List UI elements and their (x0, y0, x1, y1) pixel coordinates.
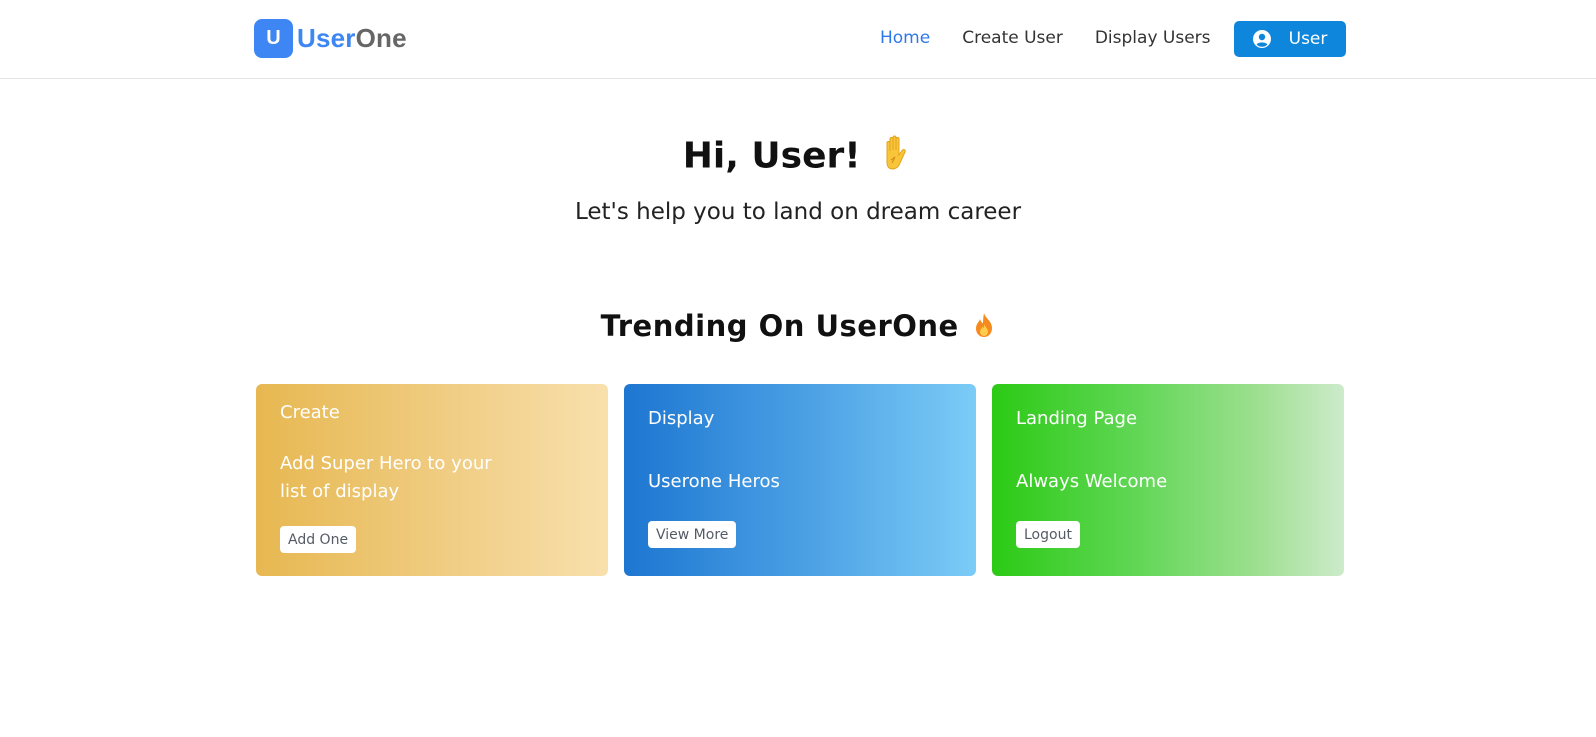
logout-button[interactable]: Logout (1016, 521, 1080, 548)
card-title: Display (648, 408, 715, 429)
brand-name-one: One (355, 23, 407, 53)
brand-name-user: User (297, 23, 356, 53)
user-circle-icon (1252, 30, 1271, 48)
hero-subtitle: Let's help you to land on dream career (574, 199, 1022, 225)
nav-link-display-users[interactable]: Display Users (1095, 28, 1211, 48)
card-text: Add Super Hero to your list of display (280, 453, 492, 502)
view-more-button[interactable]: View More (648, 521, 737, 548)
trending-card-landing-page: Landing Page Always Welcome Logout (992, 384, 1344, 576)
hero-title-text: Hi, User! (682, 135, 861, 177)
top-navbar: U UserOne Home Create User Display Users… (0, 0, 1596, 79)
user-button[interactable]: User (1234, 21, 1346, 57)
raised-hand-icon (879, 134, 913, 181)
trending-card-display: Display Userone Heros View More (624, 384, 976, 576)
card-text: Always Welcome (1016, 471, 1168, 492)
card-title: Create (280, 402, 340, 423)
nav-link-create-user[interactable]: Create User (962, 28, 1063, 48)
trending-card-create: Create Add Super Hero to your list of di… (256, 384, 608, 576)
nav-links: Home Create User Display Users (880, 28, 1243, 48)
hero-title: Hi, User! (0, 134, 1596, 181)
brand-name: UserOne (297, 23, 407, 54)
trending-title: Trending On UserOne (0, 309, 1596, 345)
brand-badge: U (254, 19, 293, 58)
card-title: Landing Page (1016, 408, 1138, 429)
fire-icon (973, 311, 995, 345)
card-text: Userone Heros (648, 471, 780, 492)
brand-logo[interactable]: U UserOne (254, 19, 407, 58)
user-button-label: User (1288, 29, 1328, 49)
trending-title-text: Trending On UserOne (600, 309, 959, 343)
nav-link-home[interactable]: Home (880, 28, 930, 48)
add-one-button[interactable]: Add One (280, 526, 357, 553)
